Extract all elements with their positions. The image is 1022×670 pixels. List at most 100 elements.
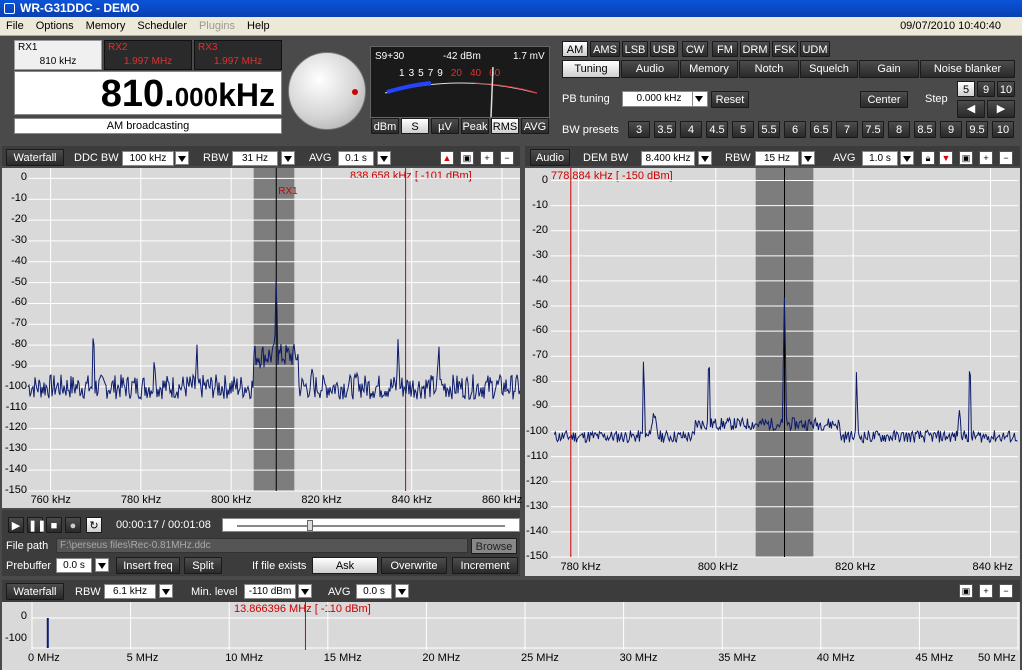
browse-button[interactable]: Browse [471,538,517,554]
ddc-zoom-in-icon[interactable]: + [480,151,494,165]
increment-button[interactable]: Increment [452,557,518,574]
meter-peak-button[interactable]: Peak [461,118,489,134]
loop-icon[interactable]: ↻ [86,517,102,533]
demod-save-icon[interactable]: ▣ [959,151,973,165]
record-icon[interactable]: ● [65,517,81,533]
pause-icon[interactable]: ❚❚ [27,517,46,533]
demod-peak-icon[interactable]: ▼ [939,151,953,165]
rx1-tab[interactable]: RX1 810 kHz [14,40,102,70]
step-5[interactable]: 5 [957,81,975,97]
bw-preset-6[interactable]: 6 [784,121,806,138]
bw-preset-9[interactable]: 9 [940,121,962,138]
tab-squelch[interactable]: Squelch [800,60,858,78]
center-button[interactable]: Center [860,91,908,108]
ddc-spectrum-plot[interactable] [2,168,520,508]
mode-ams[interactable]: AMS [590,41,620,57]
demod-zoom-in-icon[interactable]: + [979,151,993,165]
ddc-zoom-out-icon[interactable]: − [500,151,514,165]
mode-am[interactable]: AM [562,41,588,57]
meter-rms-button[interactable]: RMS [491,118,519,134]
demod-rbw-field[interactable]: 15 Hz [755,151,799,166]
mode-cw[interactable]: CW [682,41,708,57]
mode-drm[interactable]: DRM [740,41,770,57]
frequency-display[interactable]: 810.000kHz [14,71,282,115]
ddc-rbw-dropdown[interactable] [281,151,295,165]
bw-preset-5.5[interactable]: 5.5 [758,121,780,138]
meter-dbm-button[interactable]: dBm [371,118,399,134]
ddc-bw-dropdown[interactable] [175,151,189,165]
wideband-waterfall-button[interactable]: Waterfall [6,583,64,600]
step-10[interactable]: 10 [997,81,1015,97]
wideband-zoom-out-icon[interactable]: − [999,584,1013,598]
wideband-save-icon[interactable]: ▣ [959,584,973,598]
reset-button[interactable]: Reset [711,91,749,108]
filepath-field[interactable]: F:\perseus files\Rec-0.81MHz.ddc [56,538,468,553]
prebuffer-field[interactable]: 0.0 s [56,558,92,573]
bw-preset-7[interactable]: 7 [836,121,858,138]
demod-avg-dropdown[interactable] [900,151,914,165]
playback-thumb[interactable] [307,520,313,531]
lock-icon[interactable]: 🔒︎ [921,151,935,165]
rx2-tab[interactable]: RX2 1.997 MHz [104,40,192,70]
ddc-avg-dropdown[interactable] [377,151,391,165]
insert-freq-button[interactable]: Insert freq [116,557,180,574]
tuning-knob[interactable] [288,52,366,130]
meter-s-button[interactable]: S [401,118,429,134]
meter-uv-button[interactable]: µV [431,118,459,134]
demod-zoom-out-icon[interactable]: − [999,151,1013,165]
bw-preset-4[interactable]: 4 [680,121,702,138]
tab-audio[interactable]: Audio [621,60,679,78]
dem-bw-field[interactable]: 8.400 kHz [641,151,695,166]
tab-tuning[interactable]: Tuning [562,60,620,78]
stop-icon[interactable]: ■ [46,517,62,533]
ddc-avg-field[interactable]: 0.1 s [338,151,374,166]
pb-tuning-field[interactable]: 0.000 kHz [622,91,696,107]
menu-plugins[interactable]: Plugins [193,17,241,36]
ddc-rbw-field[interactable]: 31 Hz [232,151,278,166]
wideband-avg-field[interactable]: 0.0 s [356,584,392,599]
bw-preset-10[interactable]: 10 [992,121,1014,138]
mode-usb[interactable]: USB [650,41,678,57]
bw-preset-7.5[interactable]: 7.5 [862,121,884,138]
menu-options[interactable]: Options [30,17,80,36]
menu-scheduler[interactable]: Scheduler [131,17,193,36]
mode-fm[interactable]: FM [712,41,738,57]
play-icon[interactable]: ▶ [8,517,24,533]
dem-bw-dropdown[interactable] [698,151,712,165]
rx3-tab[interactable]: RX3 1.997 MHz [194,40,282,70]
ddc-save-icon[interactable]: ▣ [460,151,474,165]
bw-preset-9.5[interactable]: 9.5 [966,121,988,138]
ddc-waterfall-button[interactable]: Waterfall [6,149,64,166]
step-left-icon[interactable]: ◀ [957,100,985,118]
pb-tuning-dropdown[interactable] [692,91,708,107]
prebuffer-dropdown[interactable] [95,558,109,572]
ddc-peak-icon[interactable]: ▲ [440,151,454,165]
step-right-icon[interactable]: ▶ [987,100,1015,118]
mode-udm[interactable]: UDM [800,41,830,57]
demod-rbw-dropdown[interactable] [801,151,815,165]
split-button[interactable]: Split [184,557,222,574]
menu-memory[interactable]: Memory [80,17,132,36]
mode-fsk[interactable]: FSK [772,41,798,57]
min-level-dropdown[interactable] [298,584,312,598]
bw-preset-3[interactable]: 3 [628,121,650,138]
bw-preset-3.5[interactable]: 3.5 [654,121,676,138]
tab-gain[interactable]: Gain [859,60,919,78]
demod-spectrum-plot[interactable] [525,168,1020,576]
menu-file[interactable]: File [0,17,30,36]
mode-lsb[interactable]: LSB [622,41,648,57]
wideband-rbw-field[interactable]: 6.1 kHz [104,584,156,599]
wideband-zoom-in-icon[interactable]: + [979,584,993,598]
demod-audio-button[interactable]: Audio [530,149,570,166]
meter-avg-button[interactable]: AVG [521,118,549,134]
tab-noise-blanker[interactable]: Noise blanker [920,60,1015,78]
ask-button[interactable]: Ask [312,557,378,574]
step-9[interactable]: 9 [977,81,995,97]
bw-preset-8.5[interactable]: 8.5 [914,121,936,138]
bw-preset-6.5[interactable]: 6.5 [810,121,832,138]
bw-preset-8[interactable]: 8 [888,121,910,138]
wideband-rbw-dropdown[interactable] [159,584,173,598]
demod-avg-field[interactable]: 1.0 s [862,151,898,166]
tab-memory[interactable]: Memory [680,60,738,78]
tab-notch[interactable]: Notch [739,60,799,78]
